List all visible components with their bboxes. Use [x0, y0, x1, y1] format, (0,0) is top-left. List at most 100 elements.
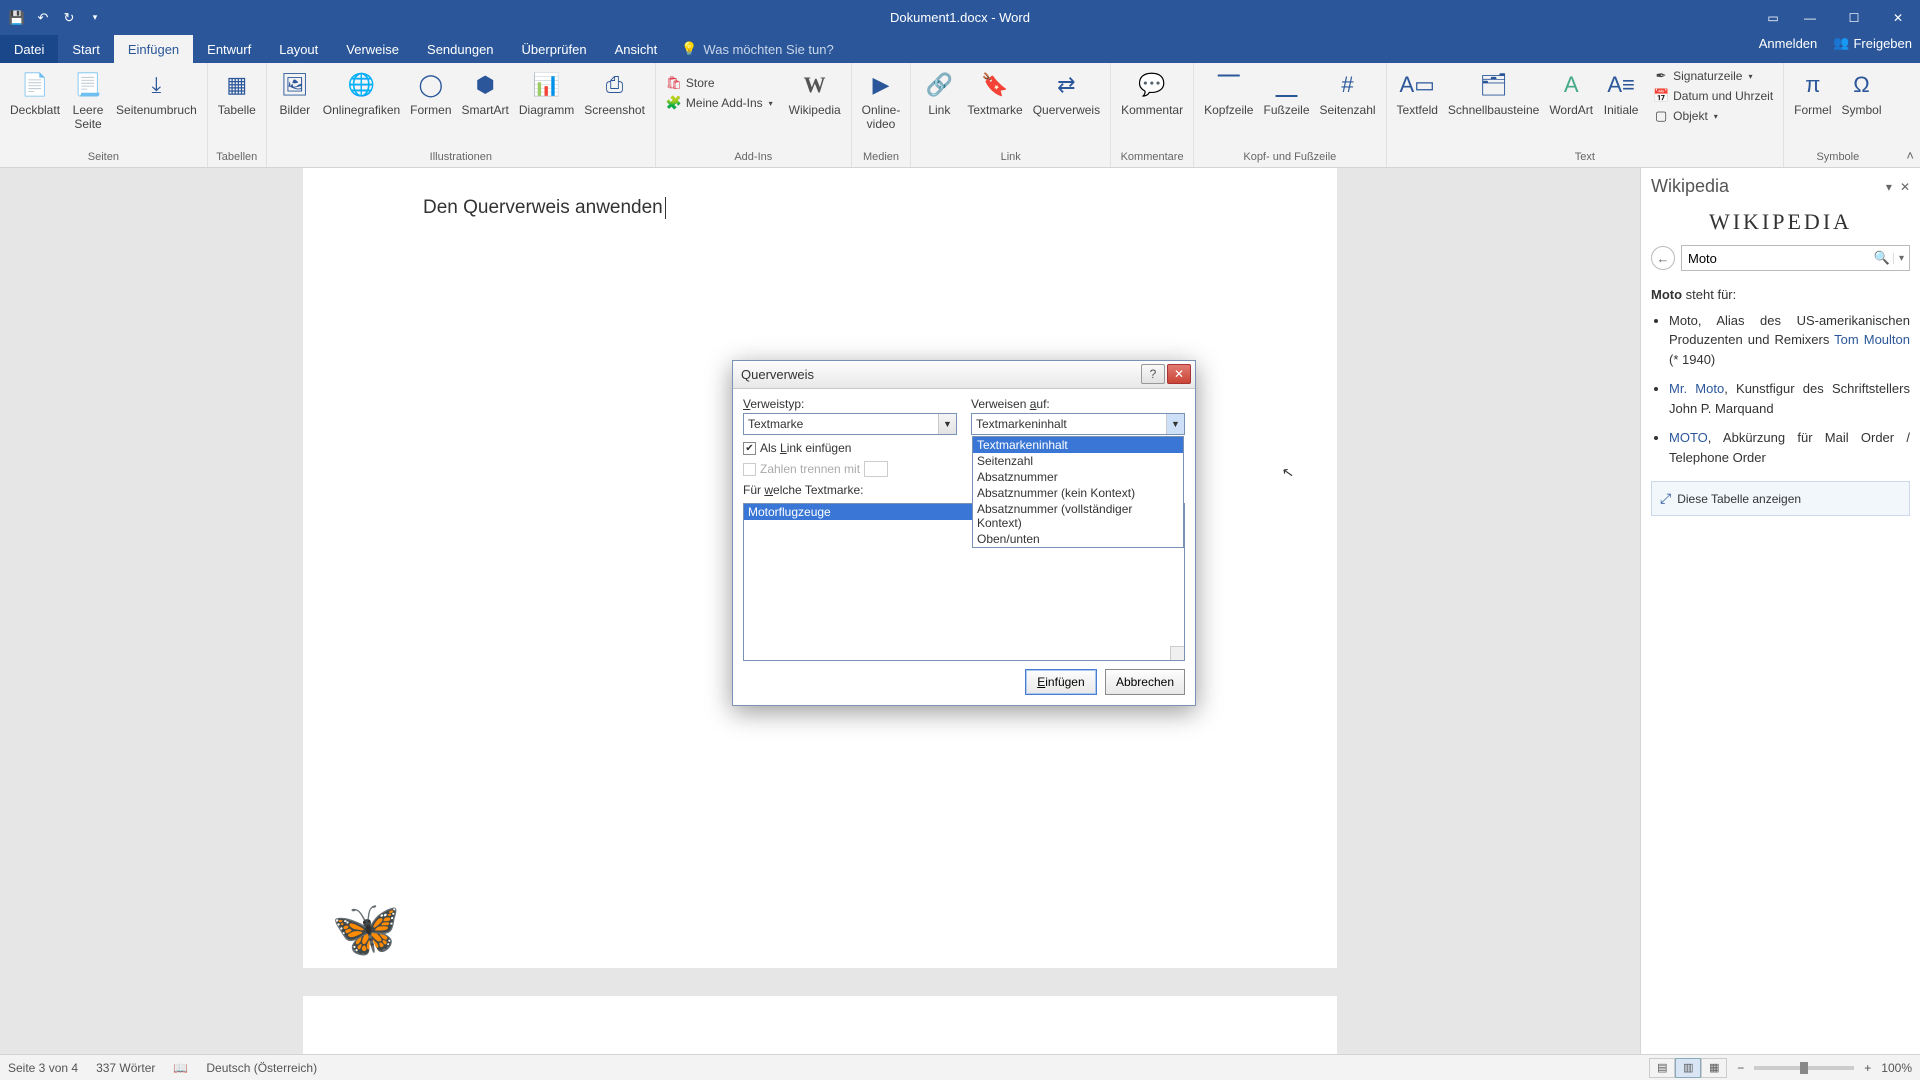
view-read-mode[interactable]: ▤: [1649, 1058, 1675, 1078]
btn-smartart[interactable]: ⬢SmartArt: [458, 67, 513, 119]
btn-seitenzahl[interactable]: #Seitenzahl: [1316, 67, 1380, 119]
btn-formen[interactable]: ◯Formen: [406, 67, 455, 119]
btn-objekt[interactable]: ▢Objekt▾: [1649, 107, 1722, 125]
insert-as-link-checkbox[interactable]: ✔ Als Link einfügen: [743, 441, 957, 455]
btn-formel[interactable]: πFormel: [1790, 67, 1835, 119]
btn-seitenumbruch[interactable]: ⤓Seitenumbruch: [112, 67, 201, 134]
status-word-count[interactable]: 337 Wörter: [96, 1061, 155, 1075]
insert-ref-to-combo[interactable]: Textmarkeninhalt ▼ Textmarkeninhalt Seit…: [971, 413, 1185, 435]
pane-close-icon[interactable]: ✕: [1900, 180, 1910, 194]
btn-kopfzeile[interactable]: ⎺Kopfzeile: [1200, 67, 1257, 119]
tab-ansicht[interactable]: Ansicht: [601, 35, 672, 63]
btn-diagramm[interactable]: 📊Diagramm: [515, 67, 578, 119]
tab-verweise[interactable]: Verweise: [332, 35, 413, 63]
btn-screenshot[interactable]: ⎙Screenshot: [580, 67, 649, 119]
collapse-ribbon-icon[interactable]: ˄: [1906, 148, 1914, 163]
dialog-close-button[interactable]: ✕: [1167, 364, 1191, 384]
minimize-icon[interactable]: —: [1788, 0, 1832, 35]
dropdown-option[interactable]: Absatznummer (kein Kontext): [973, 485, 1183, 501]
dropdown-option[interactable]: Oben/unten: [973, 531, 1183, 547]
tab-layout[interactable]: Layout: [265, 35, 332, 63]
tell-me-search[interactable]: 💡 Was möchten Sie tun?: [681, 35, 834, 63]
btn-schnellbausteine[interactable]: 🗂Schnellbausteine: [1444, 67, 1543, 119]
tab-ueberpruefen[interactable]: Überprüfen: [508, 35, 601, 63]
watermark-icon: 🦋: [331, 896, 401, 962]
title-bar: 💾 ↶ ↻ ▾ Dokument1.docx - Word ▭ — ☐ ✕: [0, 0, 1920, 35]
view-mode-switcher: ▤ ▥ ▦: [1649, 1058, 1727, 1078]
wiki-link[interactable]: MOTO: [1669, 430, 1708, 445]
group-link: 🔗Link 🔖Textmarke ⇄Querverweis Link: [911, 63, 1111, 167]
dropdown-option[interactable]: Absatznummer (vollständiger Kontext): [973, 501, 1183, 531]
separator-checkbox: Zahlen trennen mit: [743, 461, 957, 477]
expand-icon: ⤢: [1660, 488, 1671, 509]
view-print-layout[interactable]: ▥: [1675, 1058, 1701, 1078]
document-page-next[interactable]: [303, 996, 1337, 1054]
btn-datum-uhrzeit[interactable]: 📅Datum und Uhrzeit: [1649, 87, 1777, 105]
btn-deckblatt[interactable]: 📄Deckblatt: [6, 67, 64, 134]
pane-dropdown-icon[interactable]: ▾: [1886, 180, 1892, 194]
btn-textfeld[interactable]: A▭Textfeld: [1393, 67, 1442, 119]
btn-my-addins[interactable]: 🧩Meine Add-Ins▾: [662, 94, 777, 112]
btn-onlinegrafiken[interactable]: 🌐Onlinegrafiken: [319, 67, 404, 119]
redo-icon[interactable]: ↻: [56, 5, 82, 31]
zoom-slider[interactable]: [1754, 1066, 1854, 1070]
wiki-link[interactable]: Mr. Moto: [1669, 381, 1724, 396]
btn-online-video[interactable]: ▶Online- video: [858, 67, 905, 134]
btn-querverweis[interactable]: ⇄Querverweis: [1029, 67, 1104, 119]
btn-wordart[interactable]: AWordArt: [1545, 67, 1597, 119]
tab-sendungen[interactable]: Sendungen: [413, 35, 508, 63]
tab-entwurf[interactable]: Entwurf: [193, 35, 265, 63]
btn-initiale[interactable]: A≡Initiale: [1599, 67, 1643, 119]
group-kommentare: 💬Kommentar Kommentare: [1111, 63, 1194, 167]
insert-button[interactable]: Einfügen: [1025, 669, 1097, 695]
group-seiten: 📄Deckblatt 📃Leere Seite ⤓Seitenumbruch S…: [0, 63, 208, 167]
btn-textmarke[interactable]: 🔖Textmarke: [963, 67, 1026, 119]
zoom-level[interactable]: 100%: [1881, 1061, 1912, 1075]
btn-leere-seite[interactable]: 📃Leere Seite: [66, 67, 110, 134]
search-dropdown-icon[interactable]: ▾: [1893, 253, 1909, 264]
qat-customize-icon[interactable]: ▾: [82, 5, 108, 31]
dropdown-option[interactable]: Absatznummer: [973, 469, 1183, 485]
wiki-link[interactable]: Tom Moulton: [1834, 332, 1910, 347]
status-proofing-icon[interactable]: 📖: [173, 1061, 188, 1075]
slider-thumb[interactable]: [1800, 1062, 1808, 1074]
save-icon[interactable]: 💾: [4, 5, 30, 31]
quickparts-icon: 🗂: [1478, 69, 1510, 101]
sign-in-link[interactable]: Anmelden: [1759, 36, 1818, 51]
wiki-show-table-button[interactable]: ⤢ Diese Tabelle anzeigen: [1651, 481, 1910, 516]
search-icon[interactable]: 🔍: [1871, 250, 1893, 266]
zoom-out-button[interactable]: −: [1737, 1061, 1744, 1075]
dropdown-option[interactable]: Seitenzahl: [973, 453, 1183, 469]
btn-link[interactable]: 🔗Link: [917, 67, 961, 119]
tab-start[interactable]: Start: [58, 35, 113, 63]
share-button[interactable]: 👥Freigeben: [1833, 35, 1912, 51]
btn-kommentar[interactable]: 💬Kommentar: [1117, 67, 1187, 119]
dialog-titlebar[interactable]: Querverweis ? ✕: [733, 361, 1195, 389]
btn-wikipedia[interactable]: WWikipedia: [785, 67, 845, 119]
wiki-search-box[interactable]: 🔍 ▾: [1681, 245, 1910, 271]
btn-store[interactable]: 🛍Store: [662, 74, 719, 92]
wiki-search-input[interactable]: [1682, 251, 1871, 266]
ref-type-combo[interactable]: Textmarke ▼: [743, 413, 957, 435]
btn-bilder[interactable]: 🖼Bilder: [273, 67, 317, 119]
btn-tabelle[interactable]: ▦Tabelle: [214, 67, 260, 119]
ribbon-display-options-icon[interactable]: ▭: [1758, 0, 1788, 35]
close-window-icon[interactable]: ✕: [1876, 0, 1920, 35]
maximize-icon[interactable]: ☐: [1832, 0, 1876, 35]
tab-einfuegen[interactable]: Einfügen: [114, 35, 193, 63]
view-web-layout[interactable]: ▦: [1701, 1058, 1727, 1078]
cancel-button[interactable]: Abbrechen: [1105, 669, 1185, 695]
btn-symbol[interactable]: ΩSymbol: [1838, 67, 1886, 119]
btn-signaturzeile[interactable]: ✒Signaturzeile▾: [1649, 67, 1756, 85]
wiki-back-button[interactable]: ←: [1651, 246, 1675, 270]
status-language[interactable]: Deutsch (Österreich): [206, 1061, 317, 1075]
status-page[interactable]: Seite 3 von 4: [8, 1061, 78, 1075]
lightbulb-icon: 💡: [681, 41, 697, 57]
tab-file[interactable]: Datei: [0, 35, 58, 63]
object-icon: ▢: [1653, 108, 1669, 124]
dialog-help-button[interactable]: ?: [1141, 364, 1165, 384]
zoom-in-button[interactable]: +: [1864, 1061, 1871, 1075]
dropdown-option[interactable]: Textmarkeninhalt: [973, 437, 1183, 453]
btn-fusszeile[interactable]: ⎽Fußzeile: [1259, 67, 1313, 119]
undo-icon[interactable]: ↶: [30, 5, 56, 31]
